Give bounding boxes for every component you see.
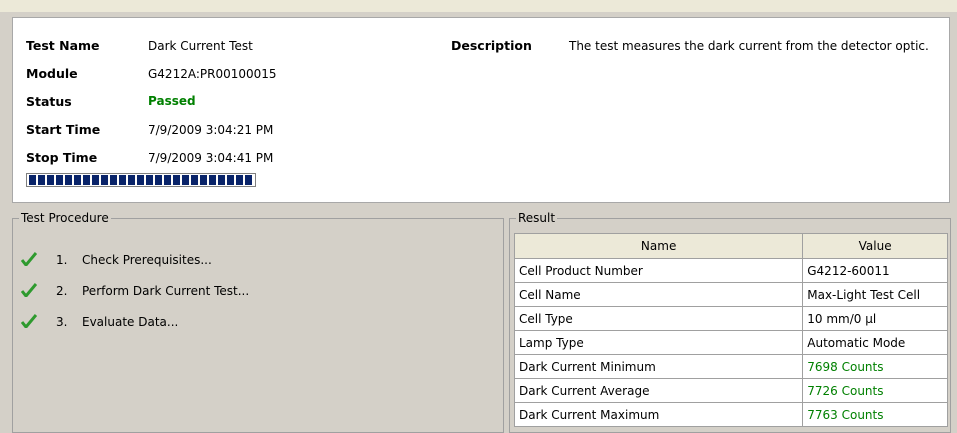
table-row[interactable]: Dark Current Maximum 7763 Counts — [513, 402, 948, 427]
progress-block — [182, 175, 189, 185]
result-group: Result Name Value Cell Product Number G4… — [509, 211, 951, 433]
module-label: Module — [26, 66, 78, 81]
stop-time-label: Stop Time — [26, 150, 98, 165]
row-value: 10 mm/0 µl — [802, 306, 948, 331]
progress-block — [119, 175, 126, 185]
test-info-panel: Test Name Dark Current Test Module G4212… — [12, 17, 950, 203]
row-name: Cell Type — [513, 306, 804, 331]
progress-block — [38, 175, 45, 185]
check-icon — [20, 251, 38, 269]
check-icon — [20, 313, 38, 331]
step-label: Check Prerequisites... — [82, 253, 212, 267]
top-strip — [0, 0, 957, 12]
test-procedure-title: Test Procedure — [19, 211, 111, 225]
start-time-label: Start Time — [26, 122, 101, 137]
row-name: Lamp Type — [513, 330, 804, 355]
row-value: 7698 Counts — [802, 354, 948, 379]
step-number: 2. — [56, 284, 68, 298]
progress-block — [137, 175, 144, 185]
row-name: Dark Current Minimum — [513, 354, 804, 379]
progress-block — [209, 175, 216, 185]
progress-block — [65, 175, 72, 185]
progress-block — [173, 175, 180, 185]
table-row[interactable]: Lamp Type Automatic Mode — [513, 330, 948, 355]
progress-block — [92, 175, 99, 185]
result-title: Result — [516, 211, 558, 225]
column-header-name[interactable]: Name — [513, 233, 804, 259]
check-icon — [20, 282, 38, 300]
test-procedure-group: Test Procedure 1. Check Prerequisites...… — [12, 211, 504, 433]
procedure-step: 1. Check Prerequisites... — [20, 250, 212, 270]
row-value: Max-Light Test Cell — [802, 282, 948, 307]
table-row[interactable]: Dark Current Minimum 7698 Counts — [513, 354, 948, 379]
test-name-label: Test Name — [26, 38, 100, 53]
row-value: Automatic Mode — [802, 330, 948, 355]
step-number: 3. — [56, 315, 68, 329]
description-value: The test measures the dark current from … — [569, 39, 929, 53]
row-value: 7763 Counts — [802, 402, 948, 427]
result-table: Name Value Cell Product Number G4212-600… — [513, 233, 948, 427]
progress-block — [218, 175, 225, 185]
progress-bar — [26, 173, 256, 187]
status-value: Passed — [148, 94, 196, 108]
row-name: Dark Current Average — [513, 378, 804, 403]
progress-block — [227, 175, 234, 185]
row-name: Cell Product Number — [513, 258, 804, 283]
table-header-row: Name Value — [513, 233, 948, 259]
row-value: 7726 Counts — [802, 378, 948, 403]
test-name-value: Dark Current Test — [148, 39, 253, 53]
progress-block — [56, 175, 63, 185]
progress-block — [236, 175, 243, 185]
progress-block — [101, 175, 108, 185]
progress-block — [47, 175, 54, 185]
table-row[interactable]: Dark Current Average 7726 Counts — [513, 378, 948, 403]
progress-block — [83, 175, 90, 185]
table-row[interactable]: Cell Product Number G4212-60011 — [513, 258, 948, 283]
table-row[interactable]: Cell Type 10 mm/0 µl — [513, 306, 948, 331]
column-header-value[interactable]: Value — [802, 233, 948, 259]
progress-block — [164, 175, 171, 185]
progress-block — [191, 175, 198, 185]
table-row[interactable]: Cell Name Max-Light Test Cell — [513, 282, 948, 307]
procedure-step: 2. Perform Dark Current Test... — [20, 281, 250, 301]
row-value: G4212-60011 — [802, 258, 948, 283]
start-time-value: 7/9/2009 3:04:21 PM — [148, 123, 274, 137]
step-number: 1. — [56, 253, 68, 267]
row-name: Cell Name — [513, 282, 804, 307]
stop-time-value: 7/9/2009 3:04:41 PM — [148, 151, 274, 165]
status-label: Status — [26, 94, 72, 109]
module-value: G4212A:PR00100015 — [148, 67, 277, 81]
progress-block — [29, 175, 36, 185]
step-label: Perform Dark Current Test... — [82, 284, 250, 298]
progress-block — [155, 175, 162, 185]
description-label: Description — [451, 38, 532, 53]
progress-block — [128, 175, 135, 185]
progress-block — [146, 175, 153, 185]
procedure-step: 3. Evaluate Data... — [20, 312, 179, 332]
progress-block — [74, 175, 81, 185]
row-name: Dark Current Maximum — [513, 402, 804, 427]
step-label: Evaluate Data... — [82, 315, 179, 329]
progress-block — [200, 175, 207, 185]
progress-block — [245, 175, 252, 185]
progress-block — [110, 175, 117, 185]
